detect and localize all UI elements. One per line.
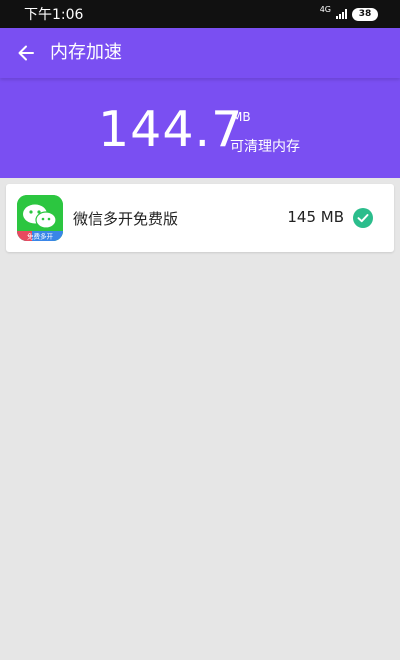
- status-bar: 下午1:06 4G 38: [0, 0, 400, 28]
- toolbar: 内存加速: [0, 28, 400, 78]
- status-icons: 4G 38: [319, 5, 378, 21]
- cleanable-memory-label: 可清理内存: [230, 139, 300, 155]
- page-title: 内存加速: [50, 42, 122, 63]
- status-time: 下午1:06: [24, 7, 84, 23]
- cleanable-amount: 144.7: [98, 101, 244, 158]
- app-memory-size: 145 MB: [287, 208, 344, 226]
- header: 内存加速 144.7 MB 可清理内存: [0, 28, 400, 178]
- battery-level: 38: [358, 8, 372, 19]
- app-icon-caption: 免费多开: [27, 232, 54, 241]
- app-list-item[interactable]: 免费多开 微信多开免费版 145 MB: [6, 184, 394, 252]
- amount-unit: MB: [232, 110, 251, 124]
- battery-icon: 38: [352, 7, 378, 21]
- back-button[interactable]: [10, 37, 42, 69]
- chat-bubbles-icon: 免费多开: [17, 195, 63, 241]
- wechat-multi-app-icon: 免费多开: [17, 195, 63, 241]
- signal-icon: [336, 9, 347, 19]
- checkmark-icon[interactable]: [353, 208, 373, 228]
- app-name: 微信多开免费版: [73, 210, 179, 228]
- network-type-label: 4G: [319, 5, 331, 14]
- arrow-left-icon: [18, 45, 34, 61]
